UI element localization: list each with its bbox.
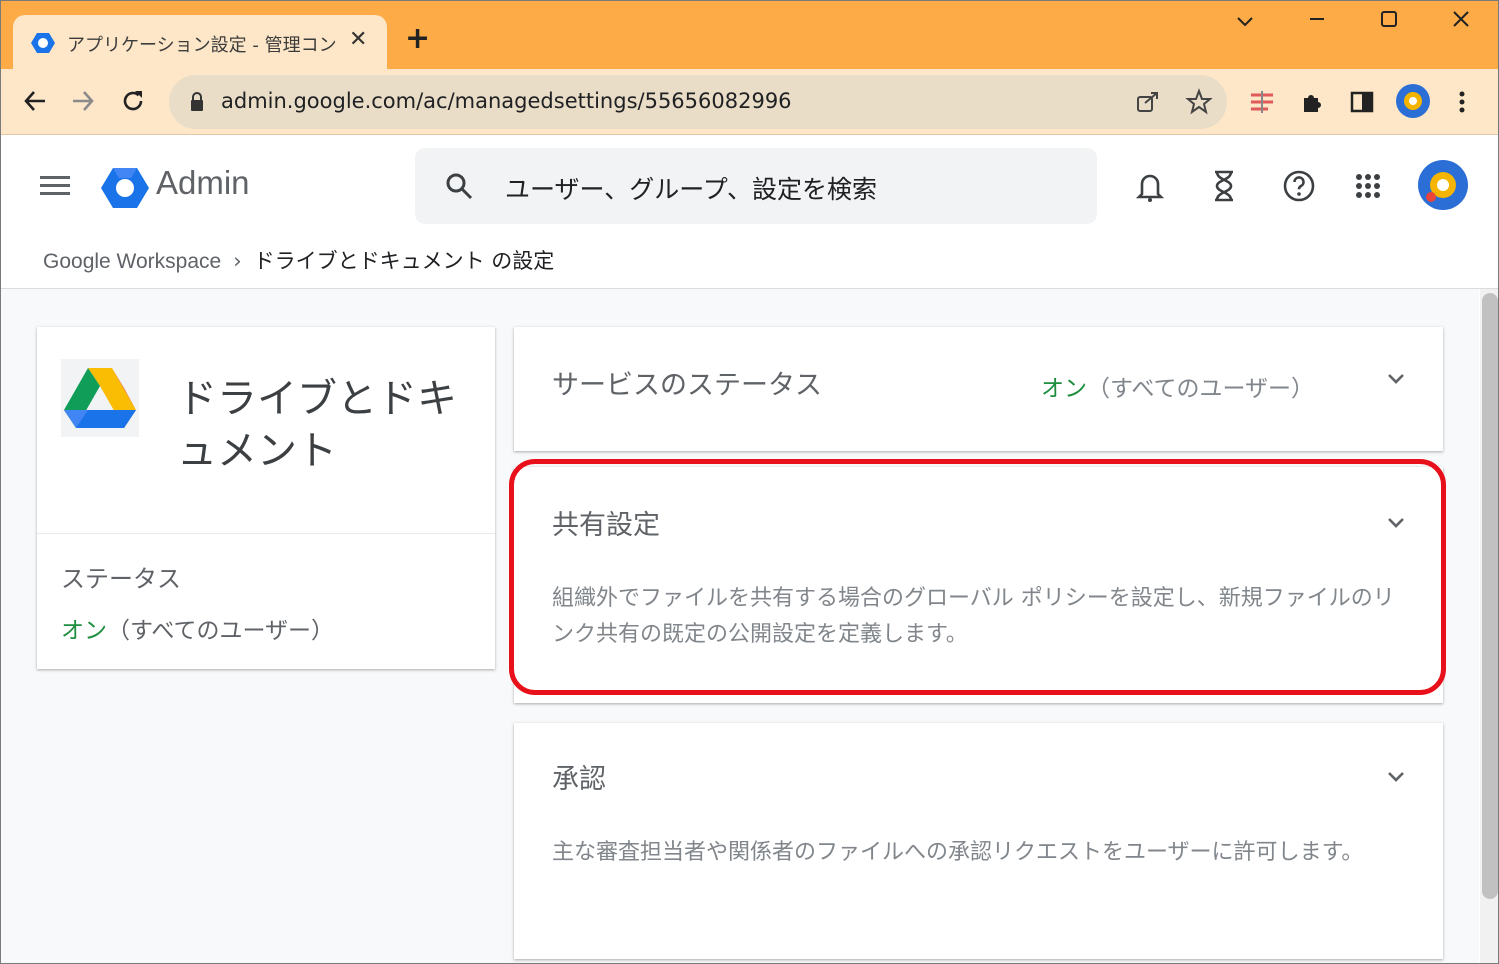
section-desc-approvals: 主な審査担当者や関係者のファイルへの承認リクエストをユーザーに許可します。 [552,840,1364,865]
help-icon[interactable] [1279,166,1319,206]
browser-window: アプリケーション設定 - 管理コンソール ✕ + [0,0,1499,964]
status-on-text: オン [61,618,107,644]
admin-brand[interactable]: Admin [156,164,250,202]
side-panel-icon[interactable] [1347,87,1377,117]
card-divider [37,533,495,534]
search-input[interactable]: ユーザー、グループ、設定を検索 [415,148,1097,224]
search-placeholder: ユーザー、グループ、設定を検索 [505,175,878,204]
tab-close-icon[interactable]: ✕ [349,27,367,52]
chevron-down-icon[interactable] [1384,367,1408,391]
app-icon-tile [61,359,139,437]
tab-strip: アプリケーション設定 - 管理コンソール ✕ + [1,1,1498,69]
forward-arrow-icon[interactable] [65,83,101,119]
notifications-bell-icon[interactable] [1130,166,1170,206]
main-menu-icon[interactable] [35,166,75,206]
service-status-section[interactable]: サービスのステータス オン（すべてのユーザー） [514,327,1443,451]
section-title-service-status: サービスのステータス [552,370,822,401]
new-tab-button[interactable]: + [405,21,430,56]
browser-tab[interactable]: アプリケーション設定 - 管理コンソール ✕ [13,15,387,69]
breadcrumb: Google Workspace › ドライブとドキュメント の設定 [43,245,554,275]
service-status-scope: （すべてのユーザー） [1087,376,1315,402]
extension-translate-icon[interactable] [1247,87,1277,117]
app-info-card: ドライブとドキュメント ステータス オン（すべてのユーザー） [37,327,495,669]
url-text[interactable]: admin.google.com/ac/managedsettings/5565… [221,89,792,113]
tasks-hourglass-icon[interactable] [1204,166,1244,206]
breadcrumb-current: ドライブとドキュメント の設定 [253,249,555,273]
status-value: オン（すべてのユーザー） [61,611,334,645]
address-bar[interactable]: admin.google.com/ac/managedsettings/5565… [169,75,1227,129]
service-status-value: オン（すべてのユーザー） [1041,369,1314,403]
status-scope-text: （すべてのユーザー） [107,618,335,644]
browser-menu-icon[interactable] [1447,87,1477,117]
scrollbar-thumb[interactable] [1482,293,1498,899]
extensions-puzzle-icon[interactable] [1297,87,1327,117]
tab-title: アプリケーション設定 - 管理コンソール [67,35,337,56]
admin-logo-icon[interactable] [101,166,149,210]
service-status-on: オン [1041,376,1087,402]
lock-icon[interactable] [189,91,205,113]
app-title: ドライブとドキュメント [177,376,457,474]
share-icon[interactable] [1135,89,1161,115]
tab-search-chevron-icon[interactable] [1225,9,1265,34]
account-avatar[interactable] [1417,159,1469,211]
back-arrow-icon[interactable] [17,83,53,119]
highlight-annotation [509,459,1446,695]
status-label: ステータス [61,565,181,593]
admin-header: Admin ユーザー、グループ、設定を検索 [1,136,1498,236]
google-drive-icon [64,368,136,428]
bookmark-star-icon[interactable] [1185,88,1213,116]
chevron-down-icon[interactable] [1384,765,1408,789]
breadcrumb-root-link[interactable]: Google Workspace [43,250,221,273]
apps-grid-icon[interactable] [1348,166,1388,206]
admin-favicon-icon [31,33,55,53]
maximize-icon[interactable] [1369,9,1409,35]
minimize-icon[interactable] [1297,9,1337,35]
reload-icon[interactable] [115,83,151,119]
search-icon [446,173,473,200]
browser-toolbar: admin.google.com/ac/managedsettings/5565… [1,69,1498,135]
breadcrumb-separator: › [233,249,242,273]
approvals-section[interactable]: 承認 主な審査担当者や関係者のファイルへの承認リクエストをユーザーに許可します。 [514,723,1443,959]
close-window-icon[interactable] [1441,9,1481,35]
section-title-approvals: 承認 [552,764,606,795]
profile-avatar[interactable] [1395,83,1431,119]
